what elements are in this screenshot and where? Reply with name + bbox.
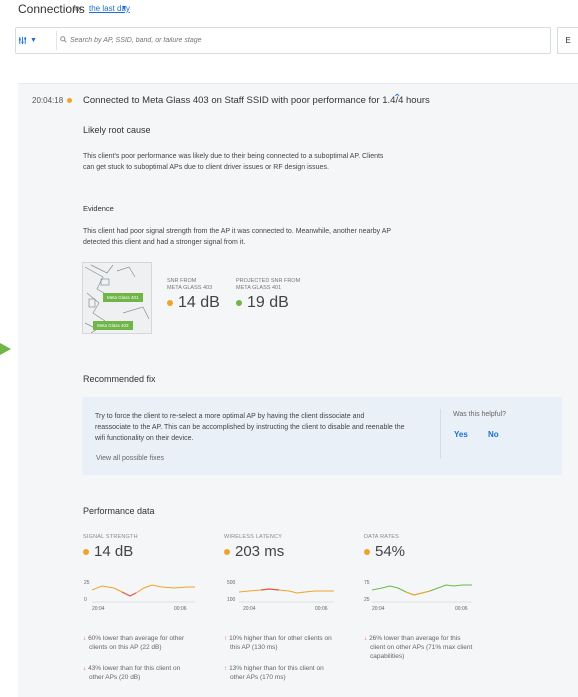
evidence-text-1: This client had poor signal strength fro…	[83, 228, 392, 235]
evidence-heading: Evidence	[83, 204, 114, 213]
ap-tag-401: Meta Glass 401	[103, 293, 143, 302]
metric-note: ↓ 26% lower than average for this client…	[364, 635, 473, 660]
metric-label: WIRELESS LATENCY	[224, 534, 283, 540]
chevron-down-icon: ▼	[30, 37, 37, 44]
snr-value: 19 dB	[236, 294, 300, 312]
x-end-label: 00:06	[174, 606, 187, 612]
metric-note: ↑ 13% higher than for this client on oth…	[224, 665, 324, 681]
warning-dot-icon	[83, 548, 89, 555]
warning-dot-icon	[224, 548, 230, 555]
search-input[interactable]	[70, 33, 470, 47]
arrow-up-icon: ↑	[224, 635, 228, 642]
chevron-up-icon[interactable]: ⌃	[393, 93, 401, 104]
y-bottom-label: 0	[84, 597, 87, 603]
metric-note: ↓ 60% lower than average for other clien…	[83, 635, 185, 651]
snr-value-text: 19 dB	[247, 294, 289, 311]
event-title: Connected to Meta Glass 403 on Staff SSI…	[83, 95, 430, 106]
metric-note: ↑ 10% higher than for other clients on t…	[224, 635, 332, 651]
latency-sparkline	[239, 588, 334, 603]
data-rates-sparkline	[372, 584, 472, 603]
filter-button[interactable]: ▼	[18, 33, 54, 48]
snr-value-text: 14 dB	[178, 294, 220, 311]
x-end-label: 00:06	[455, 606, 468, 612]
x-start-label: 20:04	[92, 606, 105, 612]
performance-heading: Performance data	[83, 506, 155, 516]
chevron-down-icon[interactable]: ▾	[122, 3, 126, 12]
snr-projected: PROJECTED SNR FROM META GLASS 401 19 dB	[236, 278, 300, 312]
time-range-prefix: for	[73, 4, 83, 13]
snr-label-1: SNR FROM	[167, 278, 197, 284]
ap-tag-403: Meta Glass 403	[93, 321, 133, 330]
signal-sparkline	[92, 584, 195, 603]
fix-text-3: wifi functionality on their device.	[95, 435, 194, 442]
fix-text-2: reassociate to the AP. This can be accom…	[95, 424, 405, 431]
x-start-label: 20:04	[243, 606, 256, 612]
arrow-up-icon: ↑	[224, 665, 228, 672]
divider	[440, 409, 441, 459]
metric-value: 14 dB	[83, 543, 213, 560]
snr-value: 14 dB	[167, 294, 220, 312]
y-top-label: 25	[84, 580, 90, 586]
x-start-label: 20:04	[372, 606, 385, 612]
no-button[interactable]: No	[488, 430, 499, 439]
y-top-label: 75	[364, 580, 370, 586]
y-bottom-label: 100	[227, 597, 236, 603]
root-cause-heading: Likely root cause	[83, 125, 151, 135]
root-cause-text-2: can get stuck to suboptimal APs due to c…	[83, 164, 329, 171]
metric-data-rates: DATA RATES 54%	[364, 534, 494, 560]
arrow-down-icon: ↓	[364, 635, 368, 642]
divider	[56, 31, 57, 50]
event-time: 20:04:18	[32, 96, 64, 105]
arrow-down-icon: ↓	[83, 635, 87, 642]
search-icon	[60, 36, 67, 45]
y-bottom-label: 25	[364, 597, 370, 603]
root-cause-text-1: This client's poor performance was likel…	[83, 153, 384, 160]
yes-button[interactable]: Yes	[454, 430, 468, 439]
floor-map[interactable]: Meta Glass 401 Meta Glass 403	[82, 262, 152, 334]
metric-label: DATA RATES	[364, 534, 400, 540]
metric-signal-strength: SIGNAL STRENGTH 14 dB	[83, 534, 213, 560]
metric-value: 54%	[364, 543, 494, 560]
metric-wireless-latency: WIRELESS LATENCY 203 ms	[224, 534, 354, 560]
metric-value-text: 14 dB	[94, 543, 134, 560]
fix-text: Try to force the client to re-select a m…	[95, 411, 425, 444]
snr-label-1: PROJECTED SNR FROM	[236, 278, 301, 284]
good-dot-icon	[236, 300, 242, 306]
expand-arrow-icon[interactable]	[0, 343, 11, 355]
warning-dot-icon	[364, 548, 370, 555]
fix-heading: Recommended fix	[83, 374, 156, 384]
metric-label: SIGNAL STRENGTH	[83, 534, 138, 540]
evidence-text-2: detected this client and had a stronger …	[83, 239, 246, 246]
warning-dot-icon	[167, 300, 173, 306]
metric-value-text: 54%	[375, 543, 406, 560]
helpful-question: Was this helpful?	[453, 411, 507, 418]
y-top-label: 500	[227, 580, 236, 586]
view-all-fixes-link[interactable]: View all possible fixes	[96, 455, 164, 462]
snr-label-2: META GLASS 403	[167, 285, 213, 291]
fix-text-1: Try to force the client to re-select a m…	[95, 413, 365, 420]
metric-value: 203 ms	[224, 543, 354, 560]
metric-value-text: 203 ms	[235, 543, 285, 560]
x-end-label: 00:06	[315, 606, 328, 612]
metric-note: ↓ 43% lower than for this client on othe…	[83, 665, 181, 681]
side-button[interactable]: E	[557, 27, 578, 54]
arrow-down-icon: ↓	[83, 665, 87, 672]
snr-current: SNR FROM META GLASS 403 14 dB	[167, 278, 220, 312]
status-dot	[67, 98, 72, 103]
snr-label-2: META GLASS 401	[236, 285, 282, 291]
event-detail-panel	[18, 83, 578, 697]
sliders-icon	[18, 36, 27, 45]
